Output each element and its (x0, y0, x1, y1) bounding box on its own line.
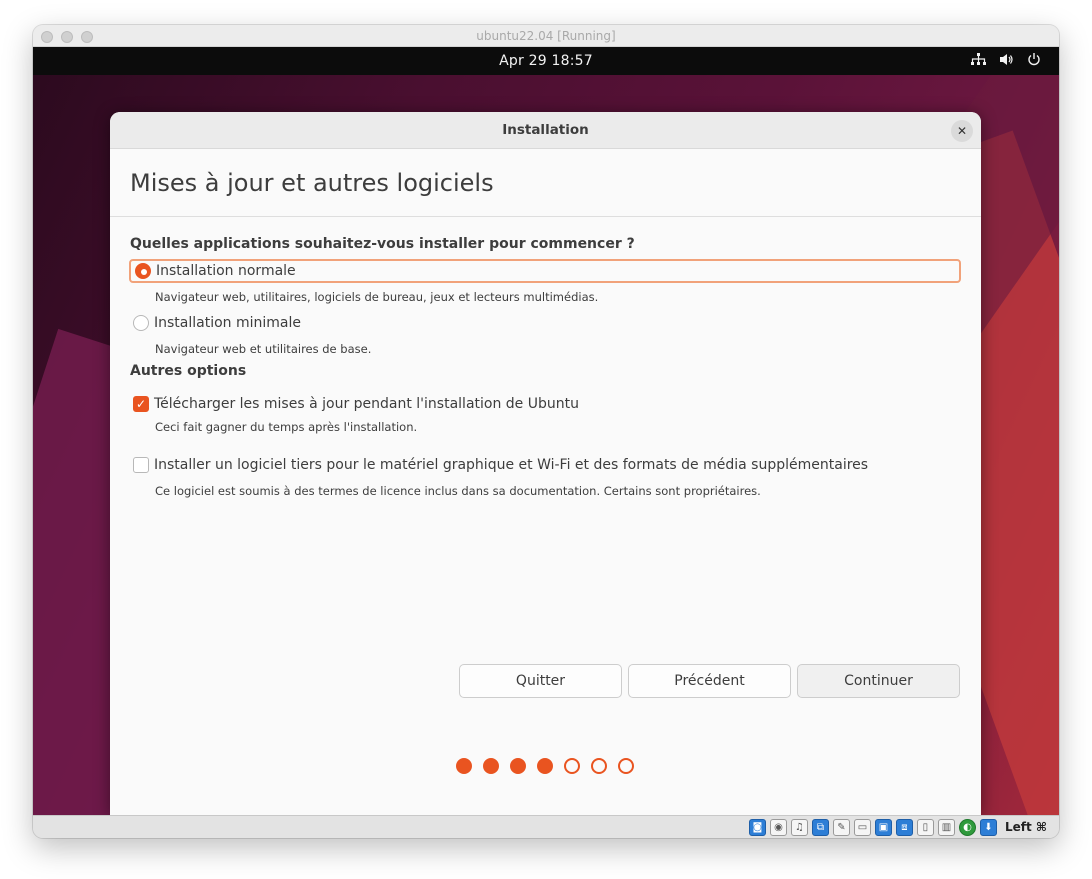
option-label[interactable]: Installation normale (156, 263, 296, 279)
close-window-button[interactable] (41, 31, 53, 43)
minimize-window-button[interactable] (61, 31, 73, 43)
progress-dot-complete (483, 758, 499, 774)
zoom-window-button[interactable] (81, 31, 93, 43)
radio-minimal-installation[interactable]: Installation minimale (129, 311, 961, 335)
checkbox-label[interactable]: Télécharger les mises à jour pendant l'i… (154, 396, 579, 412)
optical-disk-icon[interactable]: ◉ (769, 818, 787, 836)
guest-desktop: Apr 29 18:57 Installation ✕ Mises à jour… (33, 47, 1059, 815)
recording-icon[interactable]: ▯ (916, 818, 934, 836)
host-key-label: Left ⌘ (1004, 820, 1047, 834)
continue-button[interactable]: Continuer (797, 664, 960, 698)
option-description: Navigateur web, utilitaires, logiciels d… (155, 290, 599, 304)
progress-dot-complete (510, 758, 526, 774)
virtualbox-window: ubuntu22.04 [Running] Apr 29 18:57 Insta… (33, 25, 1059, 838)
quit-button[interactable]: Quitter (459, 664, 622, 698)
vm-titlebar[interactable]: ubuntu22.04 [Running] (33, 25, 1059, 47)
shared-folders-icon[interactable]: ▭ (853, 818, 871, 836)
back-button[interactable]: Précédent (628, 664, 791, 698)
radio-normal-installation[interactable]: Installation normale (129, 259, 961, 283)
installer-header[interactable]: Installation ✕ (110, 112, 981, 149)
checkbox-download-updates[interactable]: ✓ Télécharger les mises à jour pendant l… (129, 392, 961, 416)
guest-additions-icon[interactable]: ◐ (958, 818, 976, 836)
usb-icon[interactable]: ✎ (832, 818, 850, 836)
vm-window-title: ubuntu22.04 [Running] (476, 28, 616, 43)
system-tray[interactable] (969, 47, 1043, 75)
cpu-icon[interactable]: ▥ (937, 818, 955, 836)
installer-title: Installation (502, 122, 589, 138)
volume-icon[interactable] (997, 53, 1015, 70)
radio-button-checked[interactable] (135, 263, 151, 279)
radio-button[interactable] (133, 315, 149, 331)
divider (110, 216, 981, 217)
checkbox-checked[interactable]: ✓ (133, 396, 149, 412)
network-icon[interactable] (969, 52, 987, 70)
video-capture-icon[interactable]: ⧈ (895, 818, 913, 836)
display-icon[interactable]: ▣ (874, 818, 892, 836)
power-icon[interactable] (1025, 52, 1043, 70)
other-options-heading: Autres options (130, 363, 247, 379)
gnome-top-bar: Apr 29 18:57 (33, 47, 1059, 75)
checkbox[interactable] (133, 457, 149, 473)
checkbox-label[interactable]: Installer un logiciel tiers pour le maté… (154, 457, 868, 473)
clock[interactable]: Apr 29 18:57 (499, 53, 593, 69)
progress-dot-pending (618, 758, 634, 774)
installer-window: Installation ✕ Mises à jour et autres lo… (110, 112, 981, 815)
progress-dot-pending (591, 758, 607, 774)
progress-indicator (456, 758, 634, 774)
mouse-integration-icon[interactable]: ⬇ (979, 818, 997, 836)
checkbox-description: Ce logiciel est soumis à des termes de l… (155, 484, 761, 498)
option-description: Navigateur web et utilitaires de base. (155, 342, 372, 356)
option-label[interactable]: Installation minimale (154, 315, 301, 331)
checkbox-description: Ceci fait gagner du temps après l'instal… (155, 420, 418, 434)
question-label: Quelles applications souhaitez-vous inst… (130, 236, 635, 252)
vm-status-bar: ◙ ◉ ♫ ⧉ ✎ ▭ ▣ ⧈ ▯ ▥ ◐ ⬇ Left ⌘ (33, 815, 1059, 838)
progress-dot-pending (564, 758, 580, 774)
checkbox-third-party-software[interactable]: Installer un logiciel tiers pour le maté… (129, 453, 961, 477)
progress-dot-complete (456, 758, 472, 774)
close-icon: ✕ (956, 124, 968, 138)
audio-icon[interactable]: ♫ (790, 818, 808, 836)
progress-dot-complete (537, 758, 553, 774)
close-button[interactable]: ✕ (951, 120, 973, 142)
network-adapters-icon[interactable]: ⧉ (811, 818, 829, 836)
page-title: Mises à jour et autres logiciels (130, 169, 494, 197)
hard-disk-icon[interactable]: ◙ (748, 818, 766, 836)
